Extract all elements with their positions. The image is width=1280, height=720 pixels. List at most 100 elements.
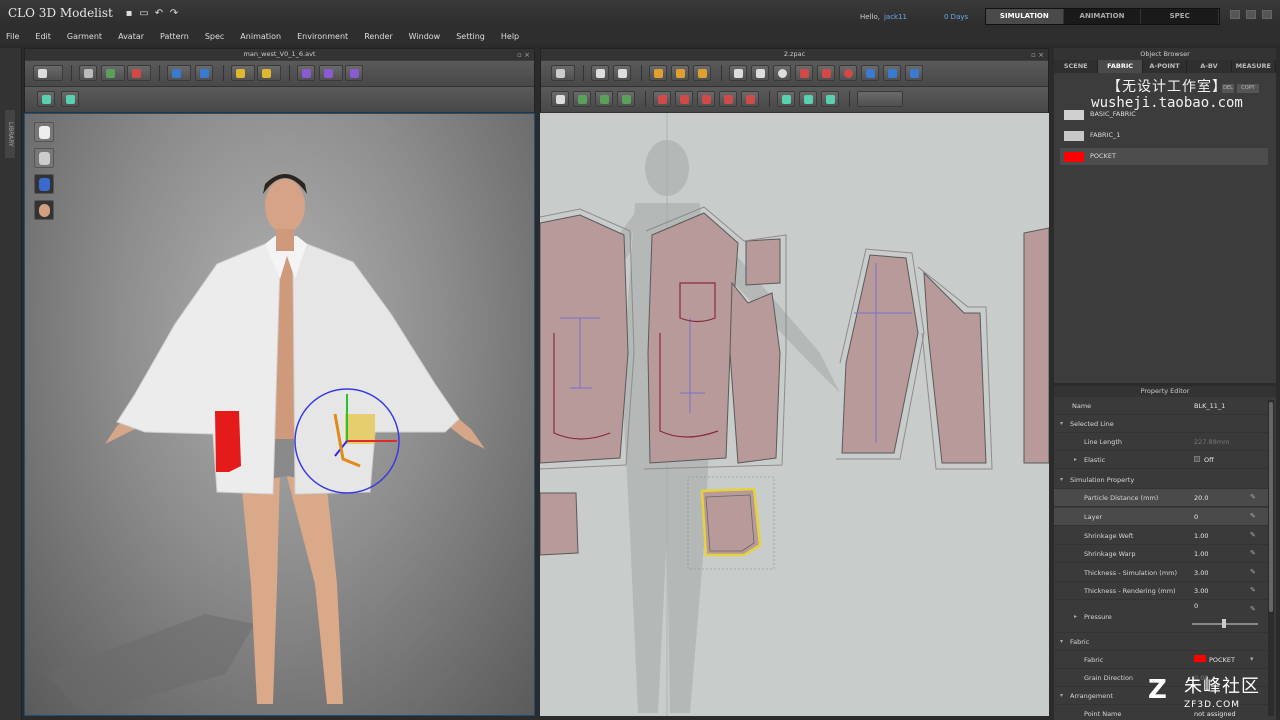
fabric-item-pocket[interactable]: POCKET xyxy=(1060,148,1268,165)
trace-button[interactable] xyxy=(883,65,901,81)
prop-value[interactable]: 3.00 xyxy=(1194,564,1208,582)
prop-name-value[interactable]: BLK_11_1 xyxy=(1194,397,1225,415)
collapse-icon[interactable]: ▾ xyxy=(1060,415,1063,433)
tab-a-point[interactable]: A-POINT xyxy=(1143,60,1188,73)
tape-button[interactable] xyxy=(319,65,343,81)
menu-window[interactable]: Window xyxy=(409,32,441,41)
redo-icon[interactable]: ↷ xyxy=(169,9,179,19)
menu-avatar[interactable]: Avatar xyxy=(118,32,144,41)
prop-pressure-value[interactable]: 0 xyxy=(1194,597,1198,615)
chevron-down-icon[interactable]: ▾ xyxy=(1250,656,1257,663)
prop-value[interactable]: 1.00 xyxy=(1194,545,1208,563)
collapse-icon[interactable]: ▾ xyxy=(1060,633,1063,651)
menu-garment[interactable]: Garment xyxy=(67,32,102,41)
check-sewing-button[interactable] xyxy=(675,91,693,107)
select-2d-button[interactable] xyxy=(777,91,795,107)
pressure-slider-thumb[interactable] xyxy=(1222,619,1226,628)
add-point-button[interactable] xyxy=(649,65,667,81)
3d-viewport[interactable] xyxy=(24,113,535,716)
prop-elastic-value[interactable]: Off xyxy=(1194,451,1214,469)
grain-button[interactable] xyxy=(821,91,839,107)
import-avatar-button[interactable] xyxy=(33,65,63,81)
section-simulation-property[interactable]: ▾ Simulation Property xyxy=(1054,471,1268,489)
expand-icon[interactable]: ▸ xyxy=(1074,451,1077,469)
seam-allowance-button[interactable] xyxy=(573,91,591,107)
mode-spec[interactable]: SPEC xyxy=(1141,9,1220,24)
reset-2d-button[interactable] xyxy=(551,65,575,81)
rectangle-button[interactable] xyxy=(751,65,769,81)
menu-edit[interactable]: Edit xyxy=(35,32,51,41)
section-fabric[interactable]: ▾ Fabric xyxy=(1054,633,1268,651)
print-button[interactable] xyxy=(905,65,923,81)
free-sewing-button[interactable] xyxy=(617,91,635,107)
show-points-button[interactable] xyxy=(195,65,213,81)
pencil-icon[interactable]: ✎ xyxy=(1250,494,1257,501)
curve-point-button[interactable] xyxy=(693,65,711,81)
zoom-slider[interactable] xyxy=(857,91,903,107)
pencil-icon[interactable]: ✎ xyxy=(1250,606,1257,613)
close-button[interactable] xyxy=(1262,10,1272,19)
library-tab[interactable]: LIBRARY xyxy=(5,110,15,158)
property-editor-scrollbar[interactable] xyxy=(1268,400,1274,716)
circle-button[interactable] xyxy=(773,65,791,81)
undo-icon[interactable]: ↶ xyxy=(154,9,164,19)
collapse-icon[interactable]: ▾ xyxy=(1060,471,1063,489)
internal-rectangle-button[interactable] xyxy=(817,65,835,81)
menu-animation[interactable]: Animation xyxy=(240,32,281,41)
tab-fabric[interactable]: FABRIC xyxy=(1098,60,1143,73)
texture-edit-button[interactable] xyxy=(799,91,817,107)
section-selected-line[interactable]: ▾ Selected Line xyxy=(1054,415,1268,433)
simulate-stop-button[interactable] xyxy=(127,65,151,81)
delete-sewing-button[interactable] xyxy=(741,91,759,107)
polygon-button[interactable] xyxy=(729,65,747,81)
pencil-icon[interactable]: ✎ xyxy=(1250,532,1257,539)
measure-button[interactable] xyxy=(297,65,315,81)
internal-polygon-button[interactable] xyxy=(795,65,813,81)
fold-arrangement-button[interactable] xyxy=(61,91,79,107)
edit-pattern-button[interactable] xyxy=(613,65,631,81)
pencil-icon[interactable]: ✎ xyxy=(1250,569,1257,576)
menu-pattern[interactable]: Pattern xyxy=(160,32,189,41)
sewing-length-button[interactable] xyxy=(697,91,715,107)
transform-pattern-button[interactable] xyxy=(591,65,609,81)
save-icon[interactable]: ▪ xyxy=(124,9,134,19)
menu-spec[interactable]: Spec xyxy=(205,32,224,41)
edit-sewing-button[interactable] xyxy=(653,91,671,107)
open-folder-icon[interactable]: ▭ xyxy=(139,9,149,19)
fabric-dropdown[interactable]: POCKET xyxy=(1194,651,1235,669)
simulate-button[interactable] xyxy=(101,65,125,81)
notch-button[interactable] xyxy=(551,91,569,107)
2d-pattern-window[interactable] xyxy=(540,113,1049,716)
tack-button[interactable] xyxy=(257,65,281,81)
mode-simulation[interactable]: SIMULATION xyxy=(986,9,1064,24)
dart-button[interactable] xyxy=(861,65,879,81)
maximize-button[interactable] xyxy=(1246,10,1256,19)
user-name[interactable]: jack11 xyxy=(884,13,907,21)
elastic-checkbox[interactable] xyxy=(1194,456,1200,462)
segment-sewing-button[interactable] xyxy=(595,91,613,107)
menu-environment[interactable]: Environment xyxy=(297,32,348,41)
edit-curve-button[interactable] xyxy=(671,65,689,81)
menu-help[interactable]: Help xyxy=(501,32,519,41)
line-measure-button[interactable] xyxy=(345,65,363,81)
panel-close-icon[interactable]: ▫ × xyxy=(1031,50,1044,61)
pin-button[interactable] xyxy=(231,65,255,81)
tab-scene[interactable]: SCENE xyxy=(1054,60,1099,73)
arrangement-button[interactable] xyxy=(167,65,191,81)
expand-icon[interactable]: ▸ xyxy=(1074,608,1077,626)
pencil-icon[interactable]: ✎ xyxy=(1250,550,1257,557)
menu-file[interactable]: File xyxy=(6,32,19,41)
panel-close-icon[interactable]: ▫ × xyxy=(517,50,530,61)
prop-value[interactable]: 20.0 xyxy=(1194,489,1208,507)
menu-setting[interactable]: Setting xyxy=(456,32,485,41)
menu-render[interactable]: Render xyxy=(364,32,392,41)
tack-sewing-button[interactable] xyxy=(719,91,737,107)
select-mesh-button[interactable] xyxy=(37,91,55,107)
minimize-button[interactable] xyxy=(1230,10,1240,19)
fabric-item-fabric1[interactable]: FABRIC_1 xyxy=(1060,127,1268,144)
collapse-icon[interactable]: ▾ xyxy=(1060,687,1063,705)
prop-value[interactable]: 1.00 xyxy=(1194,527,1208,545)
mode-animation[interactable]: ANIMATION xyxy=(1064,9,1142,24)
tab-measure[interactable]: MEASURE xyxy=(1232,60,1277,73)
pencil-icon[interactable]: ✎ xyxy=(1250,513,1257,520)
